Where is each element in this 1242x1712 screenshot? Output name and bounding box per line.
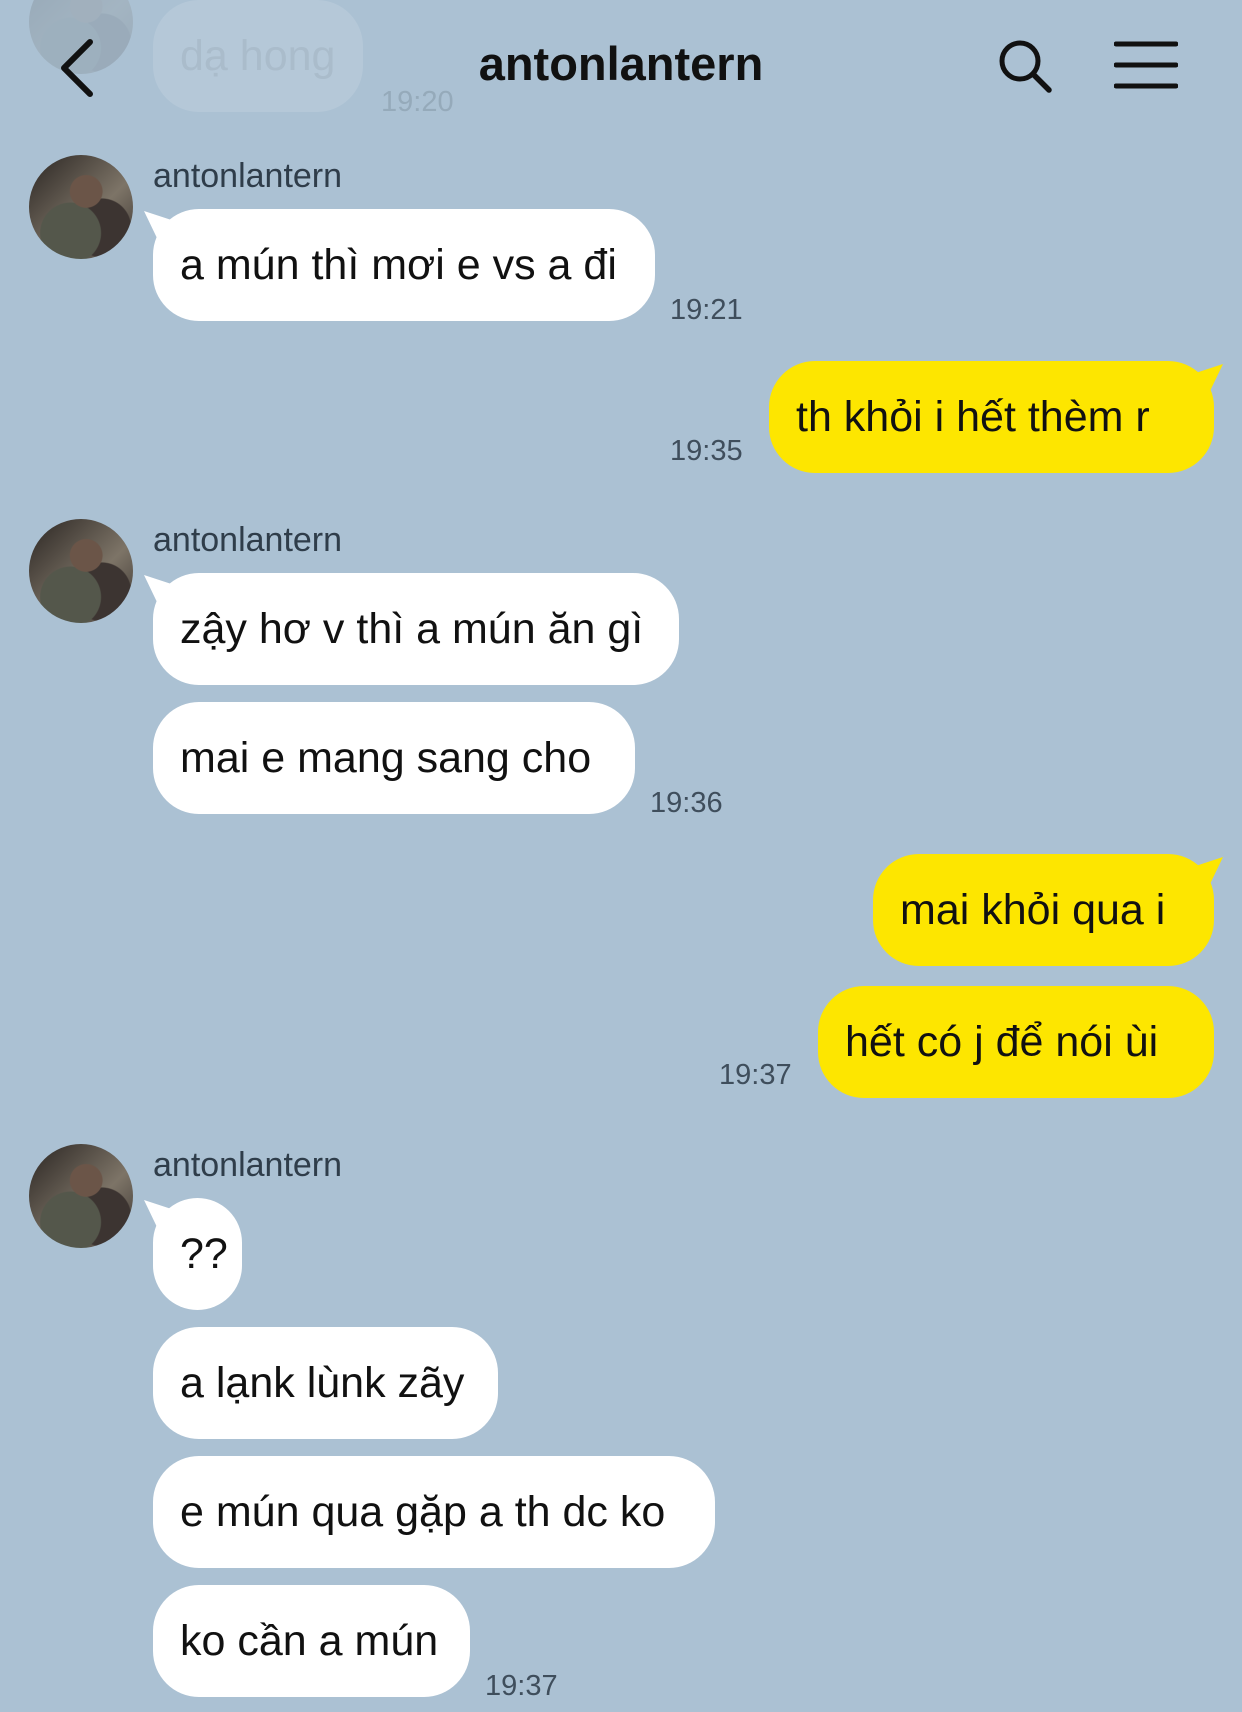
message-bubble[interactable]: ko cần a mún: [153, 1585, 470, 1697]
message-bubble[interactable]: ??: [153, 1198, 242, 1310]
avatar[interactable]: [29, 1144, 133, 1248]
search-icon: [999, 40, 1052, 93]
search-button[interactable]: [995, 36, 1055, 96]
sender-name: antonlantern: [153, 1146, 343, 1184]
message-bubble[interactable]: mai khỏi qua i: [873, 854, 1214, 966]
message-time: 19:21: [670, 294, 743, 326]
avatar[interactable]: [29, 519, 133, 623]
sender-name: antonlantern: [153, 521, 343, 559]
avatar[interactable]: [29, 155, 133, 259]
message-bubble[interactable]: a mún thì mơi e vs a đi: [153, 209, 655, 321]
message-bubble[interactable]: a lạnk lùnk zãy: [153, 1327, 498, 1439]
message-time: 19:37: [719, 1059, 792, 1091]
message-bubble[interactable]: th khỏi i hết thèm r: [769, 361, 1214, 473]
message-time: 19:35: [670, 435, 743, 467]
page-title: antonlantern: [478, 37, 764, 90]
chat-area[interactable]: dạ hong 19:20 antonlantern a mún thì mơi…: [0, 0, 1242, 1712]
message-bubble[interactable]: e mún qua gặp a th dc ko: [153, 1456, 715, 1568]
sender-name: antonlantern: [153, 157, 343, 195]
message-time: 19:37: [485, 1670, 558, 1702]
menu-button[interactable]: [1113, 40, 1179, 92]
message-bubble[interactable]: hết có j để nói ùi: [818, 986, 1214, 1098]
message-bubble[interactable]: mai e mang sang cho: [153, 702, 635, 814]
message-bubble[interactable]: zậy hơ v thì a mún ăn gì: [153, 573, 679, 685]
hamburger-menu-icon: [1113, 41, 1179, 89]
message-time: 19:36: [650, 787, 723, 819]
